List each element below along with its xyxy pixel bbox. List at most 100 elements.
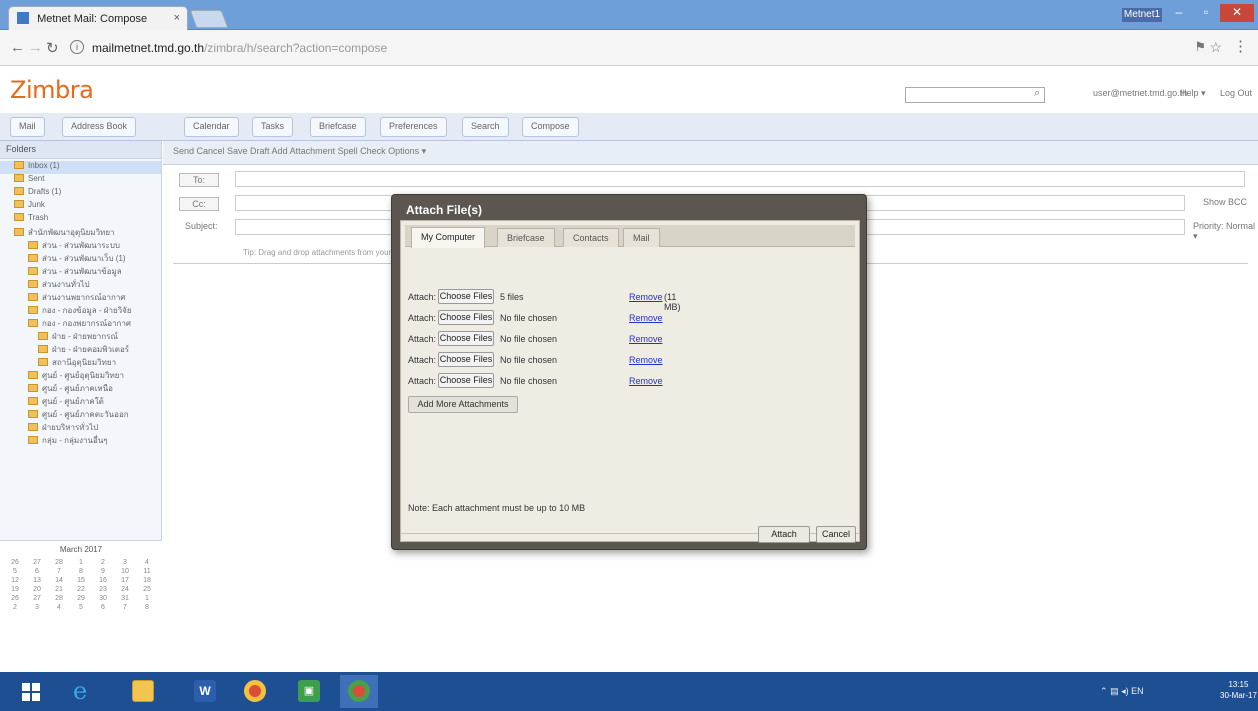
maximize-icon[interactable]: ▫ <box>1193 4 1219 22</box>
photos-icon[interactable]: ▣ <box>290 675 328 708</box>
folders-header[interactable]: Folders <box>0 141 161 159</box>
search-icon[interactable]: ⌕ <box>1034 87 1040 100</box>
calendar-day[interactable]: 5 <box>70 604 92 611</box>
tab-compose[interactable]: Compose <box>522 117 579 137</box>
folder-item[interactable]: ศูนย์ - ศูนย์ภาคตะวันออก <box>0 408 161 421</box>
reload-icon[interactable]: ↻ <box>46 39 59 57</box>
url-field[interactable]: mailmetnet.tmd.go.th/zimbra/h/search?act… <box>92 41 387 55</box>
tab-contacts[interactable]: Contacts <box>563 228 619 247</box>
remove-link[interactable]: Remove <box>629 292 663 302</box>
to-field[interactable] <box>235 171 1245 187</box>
calendar-day[interactable]: 13 <box>26 577 48 584</box>
folder-item[interactable]: กอง - กองพยากรณ์อากาศ <box>0 317 161 330</box>
site-info-icon[interactable]: i <box>70 40 84 54</box>
folder-item[interactable]: สำนักพัฒนาอุตุนิยมวิทยา <box>0 226 161 239</box>
folder-item[interactable]: Inbox (1) <box>0 161 161 174</box>
calendar-day[interactable]: 9 <box>92 568 114 575</box>
bookmark-star-icon[interactable]: ☆ <box>1209 39 1222 56</box>
calendar-day[interactable]: 16 <box>92 577 114 584</box>
choose-files-button[interactable]: Choose Files <box>438 331 494 346</box>
browser-tab[interactable]: Metnet Mail: Compose × <box>8 6 188 30</box>
calendar-day[interactable]: 12 <box>4 577 26 584</box>
chrome-icon[interactable] <box>236 675 274 708</box>
calendar-day[interactable]: 1 <box>136 595 158 602</box>
calendar-day[interactable]: 23 <box>92 586 114 593</box>
calendar-day[interactable]: 8 <box>70 568 92 575</box>
calendar-day[interactable]: 27 <box>26 595 48 602</box>
show-bcc-link[interactable]: Show BCC <box>1203 197 1247 207</box>
logout-link[interactable]: Log Out <box>1220 88 1252 98</box>
choose-files-button[interactable]: Choose Files <box>438 373 494 388</box>
forward-arrow-icon[interactable]: → <box>28 39 43 56</box>
calendar-day[interactable]: 26 <box>4 559 26 566</box>
calendar-day[interactable]: 29 <box>70 595 92 602</box>
new-tab-button[interactable] <box>189 10 229 28</box>
priority-select[interactable]: Priority: Normal ▾ <box>1193 221 1258 242</box>
help-menu[interactable]: Help ▾ <box>1180 88 1206 99</box>
clock[interactable]: 13:15 30-Mar-17 <box>1220 679 1257 701</box>
folder-item[interactable]: กลุ่ม - กลุ่มงานอื่นๆ <box>0 434 161 447</box>
calendar-day[interactable]: 2 <box>92 559 114 566</box>
close-window-icon[interactable]: ✕ <box>1220 4 1254 22</box>
compose-toolbar[interactable]: Send Cancel Save Draft Add Attachment Sp… <box>163 141 1258 165</box>
calendar-day[interactable]: 4 <box>136 559 158 566</box>
minimize-icon[interactable]: – <box>1166 4 1192 22</box>
window-user-badge[interactable]: Metnet1 <box>1122 8 1162 22</box>
to-button[interactable]: To: <box>179 173 219 187</box>
calendar-day[interactable]: 31 <box>114 595 136 602</box>
word-icon[interactable]: W <box>186 675 224 708</box>
folder-item[interactable]: ศูนย์ - ศูนย์ภาคเหนือ <box>0 382 161 395</box>
cancel-button[interactable]: Cancel <box>816 526 856 543</box>
remove-link[interactable]: Remove <box>629 355 663 365</box>
system-tray[interactable]: ⌃ ▤ ◂) EN <box>1100 686 1144 697</box>
calendar-day[interactable]: 28 <box>48 559 70 566</box>
calendar-day[interactable]: 17 <box>114 577 136 584</box>
calendar-day[interactable]: 27 <box>26 559 48 566</box>
network-icon[interactable]: ▤ <box>1110 686 1121 696</box>
calendar-day[interactable]: 6 <box>26 568 48 575</box>
calendar-day[interactable]: 25 <box>136 586 158 593</box>
tab-briefcase-source[interactable]: Briefcase <box>497 228 555 247</box>
calendar-day[interactable]: 7 <box>48 568 70 575</box>
folder-item[interactable]: ศูนย์ - ศูนย์อุตุนิยมวิทยา <box>0 369 161 382</box>
folder-item[interactable]: ส่วน - ส่วนพัฒนาระบบ <box>0 239 161 252</box>
cc-button[interactable]: Cc: <box>179 197 219 211</box>
calendar-day[interactable]: 5 <box>4 568 26 575</box>
calendar-day[interactable]: 22 <box>70 586 92 593</box>
calendar-day[interactable]: 15 <box>70 577 92 584</box>
calendar-day[interactable]: 20 <box>26 586 48 593</box>
tab-calendar[interactable]: Calendar <box>184 117 239 137</box>
folder-item[interactable]: ศูนย์ - ศูนย์ภาคใต้ <box>0 395 161 408</box>
tab-tasks[interactable]: Tasks <box>252 117 294 137</box>
folder-item[interactable]: Drafts (1) <box>0 187 161 200</box>
calendar-day[interactable]: 2 <box>4 604 26 611</box>
tab-close-icon[interactable]: × <box>174 12 180 24</box>
add-more-attachments-button[interactable]: Add More Attachments <box>408 396 518 413</box>
calendar-day[interactable]: 18 <box>136 577 158 584</box>
extension-icon[interactable]: ⚑ <box>1194 39 1206 55</box>
tab-my-computer[interactable]: My Computer <box>411 227 486 248</box>
folder-item[interactable]: สถานีอุตุนิยมวิทยา <box>0 356 161 369</box>
calendar-day[interactable]: 28 <box>48 595 70 602</box>
tab-briefcase[interactable]: Briefcase <box>310 117 366 137</box>
remove-link[interactable]: Remove <box>629 334 663 344</box>
calendar-day[interactable]: 24 <box>114 586 136 593</box>
folder-item[interactable]: Sent <box>0 174 161 187</box>
choose-files-button[interactable]: Choose Files <box>438 289 494 304</box>
windows-start-icon[interactable] <box>14 675 52 708</box>
chrome-active-icon[interactable] <box>340 675 378 708</box>
calendar-day[interactable]: 10 <box>114 568 136 575</box>
folder-item[interactable]: ฝ่าย - ฝ่ายคอมพิวเตอร์ <box>0 343 161 356</box>
calendar-day[interactable]: 19 <box>4 586 26 593</box>
calendar-day[interactable]: 26 <box>4 595 26 602</box>
tab-mail[interactable]: Mail <box>10 117 45 137</box>
folder-item[interactable]: ฝ่าย - ฝ่ายพยากรณ์ <box>0 330 161 343</box>
language-indicator[interactable]: EN <box>1131 686 1144 696</box>
calendar-day[interactable]: 1 <box>70 559 92 566</box>
remove-link[interactable]: Remove <box>629 313 663 323</box>
volume-icon[interactable]: ◂) <box>1121 686 1131 696</box>
tab-search[interactable]: Search <box>462 117 509 137</box>
calendar-day[interactable]: 7 <box>114 604 136 611</box>
calendar-month-label[interactable]: March 2017 <box>4 545 158 559</box>
file-explorer-icon[interactable] <box>124 675 162 708</box>
